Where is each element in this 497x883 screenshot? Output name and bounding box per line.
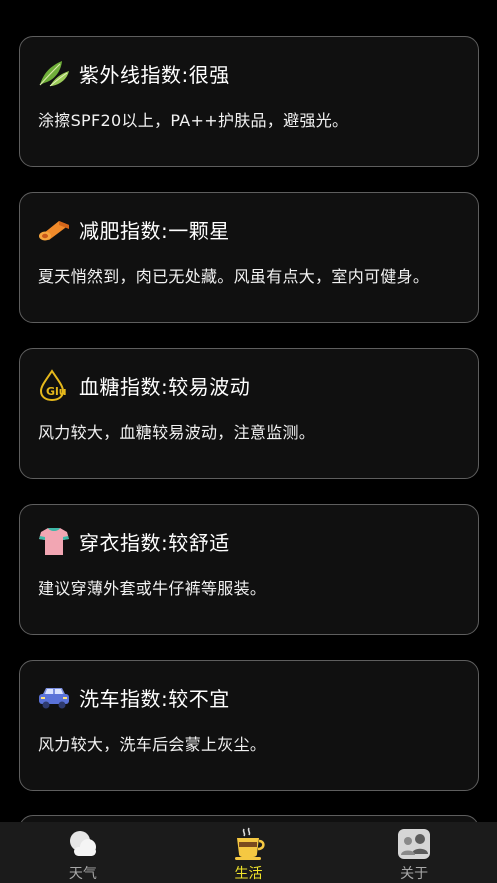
index-card-weight-loss[interactable]: 减肥指数:一颗星 夏天悄然到，肉已无处藏。风虽有点大，室内可健身。	[19, 192, 479, 323]
tab-label: 关于	[400, 866, 429, 882]
leaf-icon	[37, 56, 71, 90]
life-index-page: 紫外线指数:很强 涂擦SPF20以上，PA++护肤品，避强光。 减肥指数:一颗星…	[0, 0, 497, 883]
card-header: 洗车指数:较不宜	[37, 679, 230, 715]
people-icon	[397, 827, 431, 861]
card-title: 穿衣指数:较舒适	[79, 530, 230, 555]
card-title: 紫外线指数:很强	[79, 62, 230, 87]
tshirt-icon	[37, 524, 71, 558]
car-icon	[37, 680, 71, 714]
card-description: 涂擦SPF20以上，PA++护肤品，避强光。	[38, 111, 349, 130]
tab-label: 生活	[234, 866, 263, 882]
card-header: 穿衣指数:较舒适	[37, 523, 230, 559]
card-title: 减肥指数:一颗星	[79, 218, 230, 243]
glucose-drop-icon: Glu	[37, 368, 71, 402]
bottom-tab-bar: 天气 生活 关于	[0, 822, 497, 883]
card-header: Glu 血糖指数:较易波动	[37, 367, 250, 403]
coffee-cup-icon	[232, 827, 266, 861]
index-card-car-wash[interactable]: 洗车指数:较不宜 风力较大，洗车后会蒙上灰尘。	[19, 660, 479, 791]
index-card-list[interactable]: 紫外线指数:很强 涂擦SPF20以上，PA++护肤品，避强光。 减肥指数:一颗星…	[0, 0, 497, 822]
cloud-icon	[66, 827, 100, 861]
index-card-dressing[interactable]: 穿衣指数:较舒适 建议穿薄外套或牛仔裤等服装。	[19, 504, 479, 635]
tab-label: 天气	[68, 866, 97, 882]
index-card-partial[interactable]	[19, 815, 479, 822]
card-description: 建议穿薄外套或牛仔裤等服装。	[38, 579, 267, 598]
yoga-mat-icon	[37, 212, 71, 246]
card-title: 血糖指数:较易波动	[79, 374, 251, 399]
card-title: 洗车指数:较不宜	[79, 686, 230, 711]
card-description: 风力较大，洗车后会蒙上灰尘。	[38, 735, 267, 754]
card-description: 夏天悄然到，肉已无处藏。风虽有点大，室内可健身。	[38, 267, 430, 286]
tab-about[interactable]: 关于	[331, 822, 497, 883]
tab-life[interactable]: 生活	[166, 822, 332, 883]
card-description: 风力较大，血糖较易波动，注意监测。	[38, 423, 316, 442]
svg-text:Glu: Glu	[46, 385, 67, 398]
index-card-blood-sugar[interactable]: Glu 血糖指数:较易波动 风力较大，血糖较易波动，注意监测。	[19, 348, 479, 479]
card-header: 紫外线指数:很强	[37, 55, 230, 91]
index-card-uv[interactable]: 紫外线指数:很强 涂擦SPF20以上，PA++护肤品，避强光。	[19, 36, 479, 167]
card-header: 减肥指数:一颗星	[37, 211, 230, 247]
tab-weather[interactable]: 天气	[0, 822, 166, 883]
